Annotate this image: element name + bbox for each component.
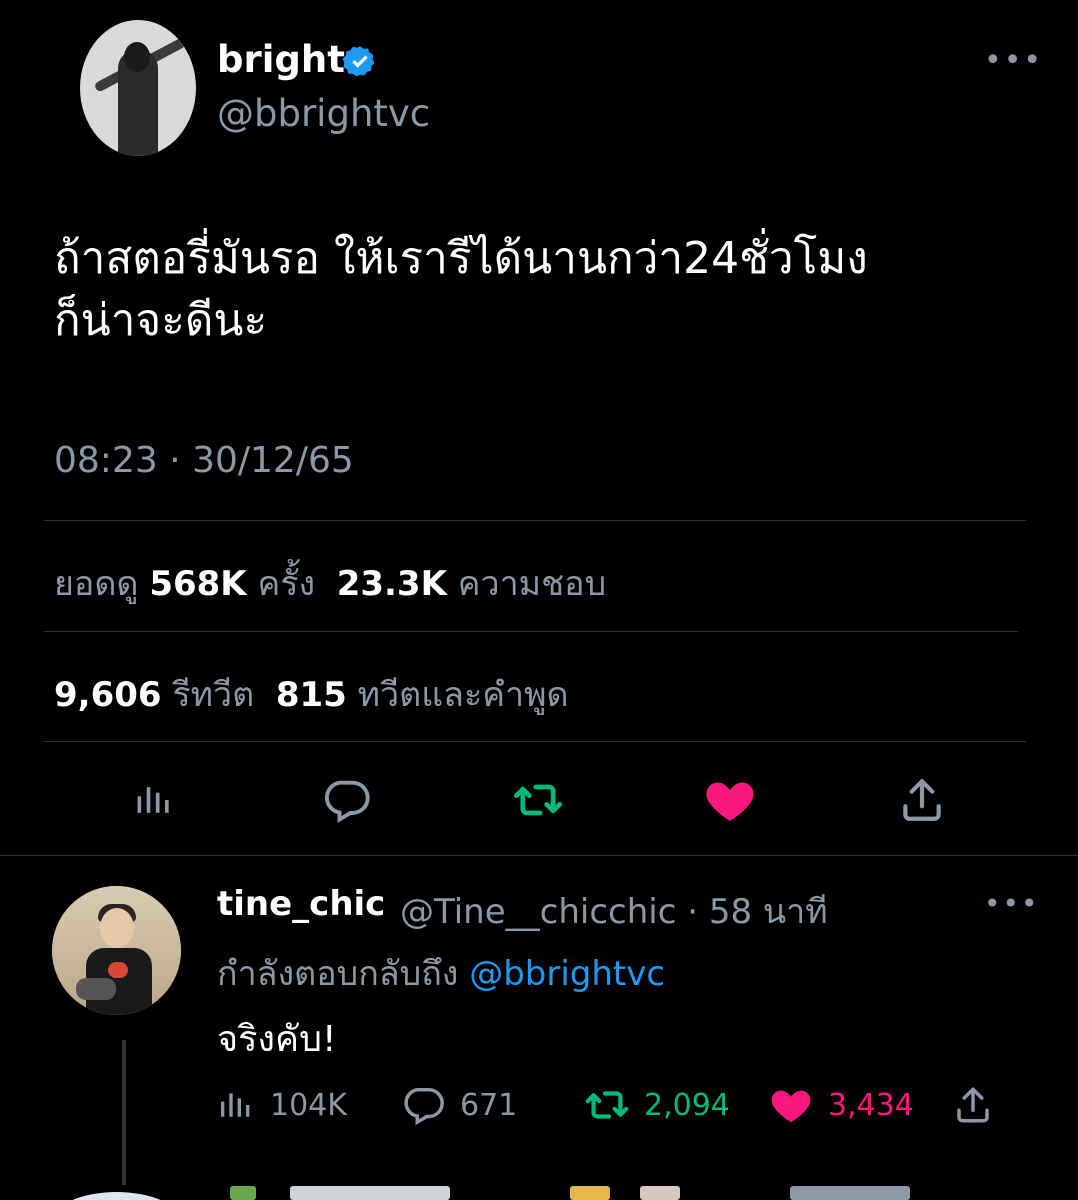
reply-icon[interactable] [316,770,376,830]
reply-author-name[interactable]: tine_chic [217,884,385,924]
reply-comment-button[interactable]: 671 [400,1080,517,1130]
reply-retweets-count: 2,094 [644,1087,730,1123]
analytics-icon[interactable] [124,770,184,830]
replying-to: กำลังตอบกลับถึง @bbrightvc [217,946,665,1000]
like-icon [771,1090,811,1123]
likes-count[interactable]: 23.3K [337,564,447,604]
reply-actions: 104K 671 2,094 3,434 [0,1080,1078,1130]
replying-label: กำลังตอบกลับถึง [217,954,459,994]
tweet-text-line: ก็น่าจะดีนะ [54,295,268,346]
retweet-icon[interactable] [508,770,568,830]
author-name[interactable]: bright [217,38,345,81]
retweets-label[interactable]: รีทวีต [172,675,254,715]
next-reply-header-peek [230,1186,930,1200]
retweet-quote-stats: 9,606 รีทวีต 815 ทวีตและคำพูด [54,667,569,721]
reply-avatar[interactable] [52,886,181,1015]
share-icon[interactable] [892,770,952,830]
retweets-count[interactable]: 9,606 [54,675,162,715]
divider [0,855,1078,856]
share-icon [957,1087,989,1123]
reply-text: จริงคับ! [217,1019,337,1060]
reply-views-count: 104K [270,1087,347,1123]
views-unit: ครั้ง [257,564,316,604]
divider [44,741,1026,742]
more-horizontal-icon[interactable]: ••• [984,890,1040,918]
analytics-icon [221,1093,250,1117]
reply-retweet-button[interactable]: 2,094 [584,1080,730,1130]
quotes-count[interactable]: 815 [276,675,347,715]
more-horizontal-icon[interactable]: ••• [984,46,1043,76]
reply-likes-count: 3,434 [828,1087,914,1123]
tweet-text-line: ถ้าสตอรี่มันรอ ให้เรารีได้นานกว่า24ชั่วโ… [54,233,868,284]
tweet-actions [0,770,1078,830]
quotes-label[interactable]: ทวีตและคำพูด [358,675,569,715]
views-label: ยอดดู [54,564,139,604]
reply-share-button[interactable] [952,1080,1008,1130]
divider [44,631,1018,632]
divider [44,520,1026,521]
next-reply-avatar[interactable] [52,1192,181,1200]
views-count: 568K [149,564,247,604]
retweet-icon [585,1091,629,1119]
tweet-text: ถ้าสตอรี่มันรอ ให้เรารีได้นานกว่า24ชั่วโ… [54,228,1044,352]
reply-handle-time[interactable]: @Tine__chicchic · 58 นาที [400,884,828,938]
author-handle[interactable]: @bbrightvc [217,92,430,135]
likes-label[interactable]: ความชอบ [458,564,606,604]
reply-icon [404,1087,444,1126]
avatar[interactable] [80,20,196,156]
like-icon[interactable] [700,770,760,830]
reply-analytics-button[interactable]: 104K [216,1080,347,1130]
reply-like-button[interactable]: 3,434 [768,1080,914,1130]
views-likes-stats: ยอดดู 568K ครั้ง 23.3K ความชอบ [54,556,606,610]
reply-comments-count: 671 [460,1087,518,1123]
verified-badge-icon [342,46,375,77]
tweet-timestamp[interactable]: 08:23 · 30/12/65 [54,440,354,481]
replying-mention[interactable]: @bbrightvc [469,954,665,994]
